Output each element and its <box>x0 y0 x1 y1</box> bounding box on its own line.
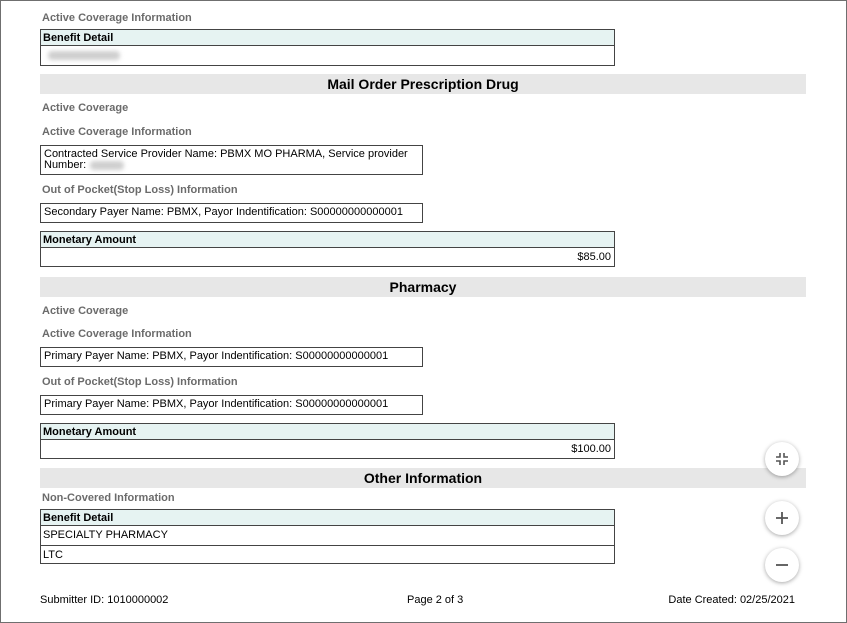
benefit-detail-header: Benefit Detail <box>41 30 614 46</box>
pharmacy-payer-box: Primary Payer Name: PBMX, Payor Indentif… <box>40 347 423 367</box>
mail-order-oop-label: Out of Pocket(Stop Loss) Information <box>42 184 238 196</box>
mail-order-monetary-table: Monetary Amount $85.00 <box>40 231 615 267</box>
pharmacy-active-coverage-info: Active Coverage Information <box>42 328 192 340</box>
provider-line-1: Contracted Service Provider Name: PBMX M… <box>44 148 408 160</box>
non-covered-label: Non-Covered Information <box>42 492 175 504</box>
zoom-in-button[interactable] <box>765 501 799 535</box>
provider-line-2: Number: <box>44 159 87 171</box>
mail-order-active-coverage-info: Active Coverage Information <box>42 126 192 138</box>
mail-order-section-title: Mail Order Prescription Drug <box>40 74 806 94</box>
pharmacy-section-title: Pharmacy <box>40 277 806 297</box>
redacted-row <box>41 46 614 65</box>
table-row: LTC <box>41 545 614 564</box>
active-coverage-info-label: Active Coverage Information <box>42 12 192 24</box>
mail-order-active-coverage: Active Coverage <box>42 102 129 114</box>
mail-order-oop-box: Secondary Payer Name: PBMX, Payor Indent… <box>40 203 423 223</box>
redacted-number <box>90 160 125 170</box>
pharmacy-monetary-header: Monetary Amount <box>41 424 614 440</box>
plus-icon <box>776 512 788 524</box>
pharmacy-oop-label: Out of Pocket(Stop Loss) Information <box>42 376 238 388</box>
pharmacy-monetary-value: $100.00 <box>571 443 611 455</box>
pharmacy-monetary-table: Monetary Amount $100.00 <box>40 423 615 459</box>
pharmacy-active-coverage: Active Coverage <box>42 305 129 317</box>
redacted-value <box>48 50 120 60</box>
minus-icon <box>776 564 788 566</box>
other-benefit-header: Benefit Detail <box>41 510 614 526</box>
collapse-icon <box>776 453 788 465</box>
zoom-out-button[interactable] <box>765 548 799 582</box>
table-row: SPECIALTY PHARMACY <box>43 529 168 541</box>
other-benefit-table: Benefit Detail SPECIALTY PHARMACY LTC <box>40 509 615 564</box>
provider-box: Contracted Service Provider Name: PBMX M… <box>40 145 423 175</box>
benefit-detail-table: Benefit Detail <box>40 29 615 66</box>
collapse-button[interactable] <box>765 442 799 476</box>
pharmacy-oop-box: Primary Payer Name: PBMX, Payor Indentif… <box>40 395 423 415</box>
submitter-id: Submitter ID: 1010000002 <box>40 594 169 606</box>
page-number: Page 2 of 3 <box>407 594 464 606</box>
mail-order-monetary-header: Monetary Amount <box>41 232 614 248</box>
other-info-section-title: Other Information <box>40 468 806 488</box>
mail-order-monetary-value: $85.00 <box>577 251 611 263</box>
date-created: Date Created: 02/25/2021 <box>668 594 795 606</box>
